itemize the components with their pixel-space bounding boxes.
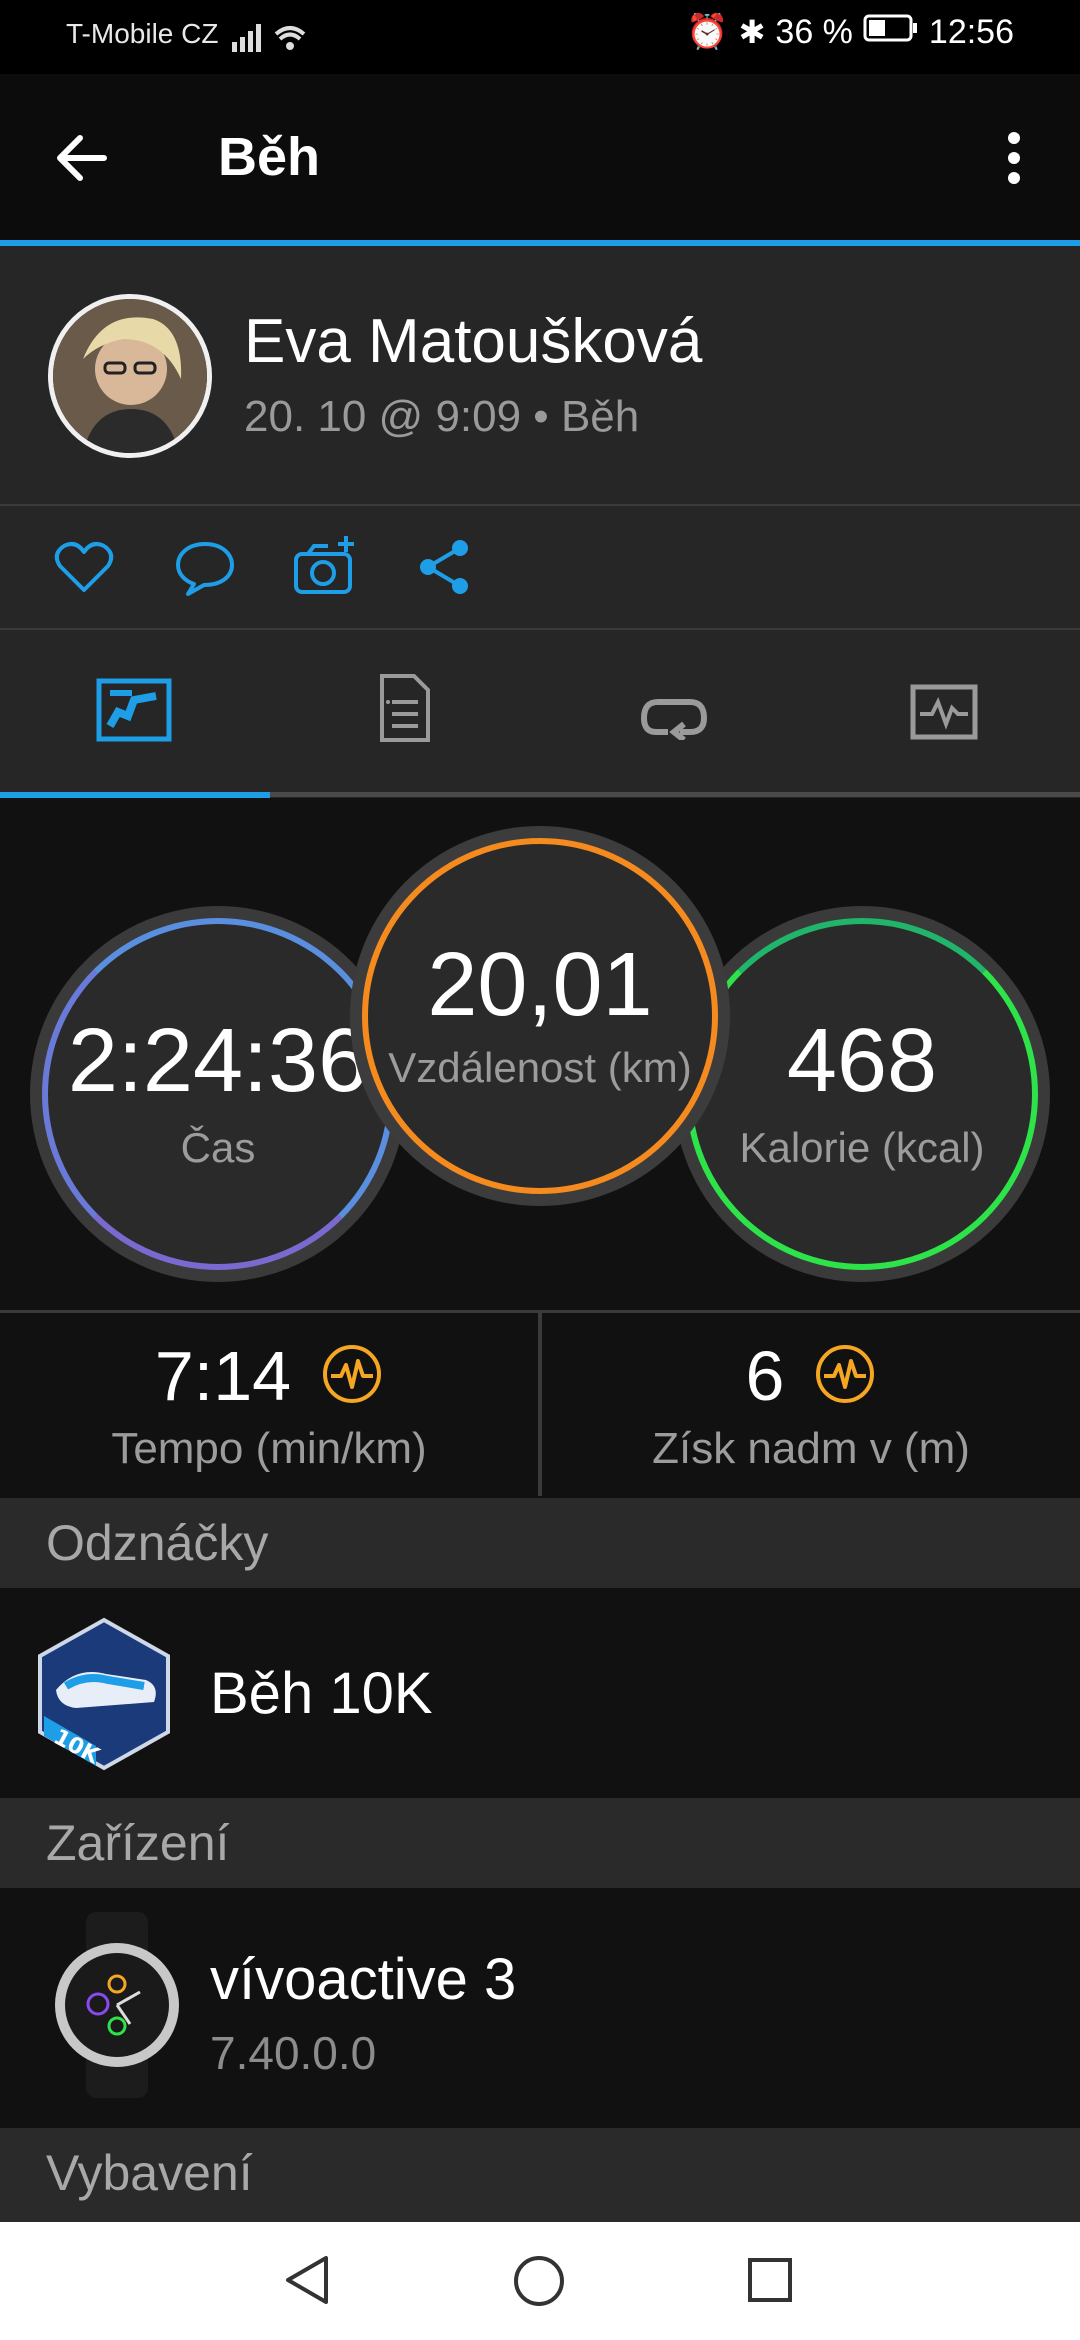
heart-icon[interactable] [54,540,114,599]
heart-rate-icon[interactable] [814,1343,876,1410]
pace-label: Tempo (min/km) [111,1424,427,1473]
status-right: ⏰ ✱ 36 % 12:56 [686,12,1014,52]
heart-rate-icon[interactable] [321,1343,383,1410]
calories-circle[interactable]: 468 Kalorie (kcal) [686,918,1038,1270]
back-arrow-icon[interactable] [52,128,112,193]
device-section-header: Zařízení [0,1798,1080,1888]
tab-details-icon[interactable] [378,672,432,749]
profile-name: Eva Matoušková [244,307,703,376]
watch-icon [50,1912,184,2103]
device-version: 7.40.0.0 [210,2027,377,2079]
nav-recents-icon[interactable] [746,2256,794,2309]
activity-subtitle: 20. 10 @ 9:09 • Běh [244,392,640,441]
gear-section-header: Vybavení [0,2128,1080,2222]
device-section-title: Zařízení [46,1815,230,1871]
time-label: Čas [180,1124,256,1171]
gear-section-title: Vybavení [46,2145,253,2201]
action-bar [0,506,1080,630]
add-photo-icon[interactable] [292,534,358,603]
avatar[interactable] [48,294,212,458]
badge-10k-icon: 10K [36,1616,172,1777]
time-circle[interactable]: 2:24:36 Čas [42,918,394,1270]
comment-icon[interactable] [174,540,236,601]
pace-value-row: 7:14 [0,1336,538,1416]
share-icon[interactable] [418,538,472,601]
tab-overview-icon[interactable] [96,678,172,747]
elevation-label: Získ nadm v (m) [652,1424,970,1473]
more-vertical-icon[interactable] [1004,130,1024,191]
badges-section-header: Odznáčky [0,1498,1080,1588]
tab-laps-icon[interactable] [640,690,710,745]
device-name: vívoactive 3 [210,1947,517,2012]
calories-value: 468 [786,1011,938,1111]
distance-value: 20,01 [427,935,653,1035]
tab-charts-icon[interactable] [910,684,978,745]
badges-section-title: Odznáčky [46,1515,269,1571]
time-value: 2:24:36 [67,1011,369,1111]
nav-back-icon[interactable] [282,2252,332,2313]
signal-icon [232,20,312,59]
distance-circle[interactable]: 20,01 Vzdálenost (km) [362,838,718,1194]
carrier-label: T-Mobile CZ [66,18,219,49]
battery-icon [863,13,919,52]
nav-home-icon[interactable] [512,2254,566,2313]
alarm-icon: ⏰ [686,13,729,51]
app-bar [0,74,1080,242]
battery-label: 36 % [775,12,853,51]
calories-label: Kalorie (kcal) [739,1124,985,1171]
bluetooth-icon: ✱ [738,14,766,50]
clock-label: 12:56 [928,12,1014,51]
elevation-value-row: 6 [542,1336,1080,1416]
pace-value: 7:14 [154,1337,292,1415]
badge-title: Běh 10K [210,1661,433,1726]
page-title: Běh [218,127,321,187]
elevation-value: 6 [745,1337,785,1415]
distance-label: Vzdálenost (km) [388,1044,692,1091]
